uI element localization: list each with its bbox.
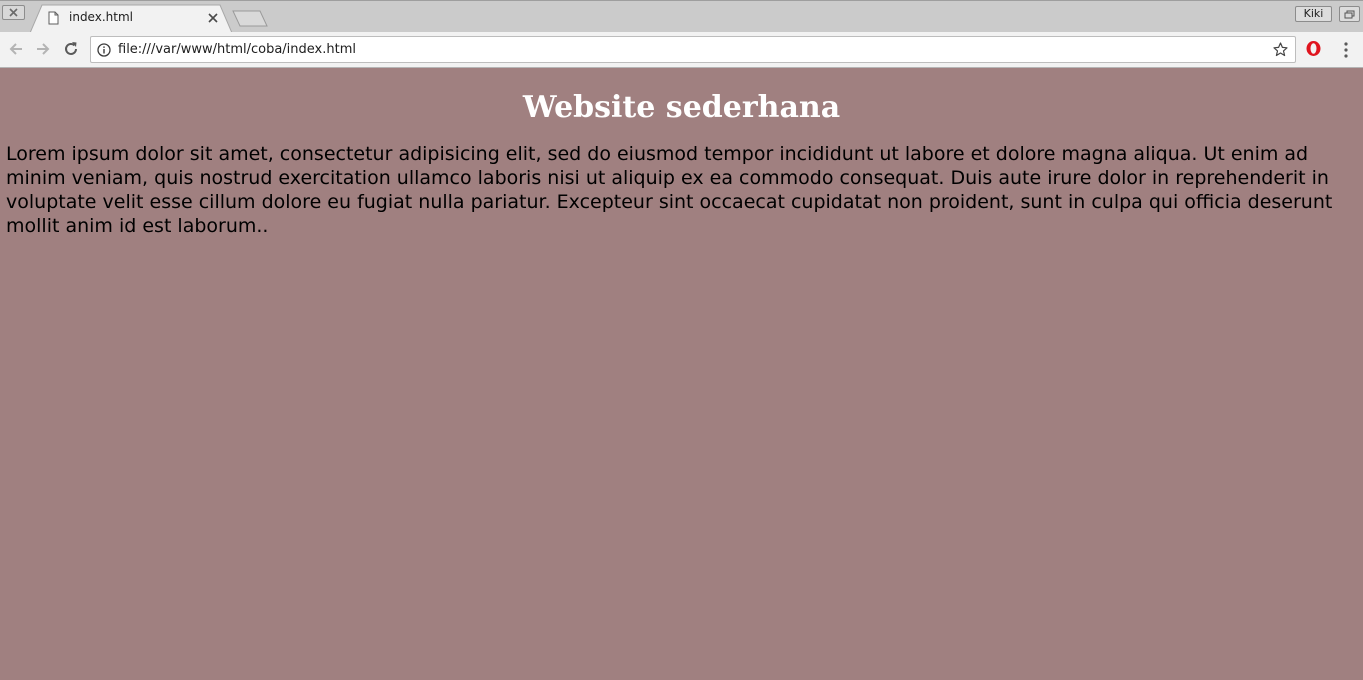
page-heading: Website sederhana xyxy=(522,90,841,125)
info-icon[interactable] xyxy=(97,43,111,57)
page-paragraph: Lorem ipsum dolor sit amet, consectetur … xyxy=(6,143,1333,237)
document-icon xyxy=(48,11,59,25)
new-tab-icon[interactable] xyxy=(232,10,268,27)
profile-name: Kiki xyxy=(1303,7,1324,20)
page-content: Website sederhana Lorem ipsum dolor sit … xyxy=(0,69,1363,680)
close-window-button[interactable] xyxy=(2,5,25,20)
tab-title: index.html xyxy=(69,10,133,24)
tab-active[interactable]: index.html xyxy=(30,4,234,33)
forward-arrow-icon[interactable] xyxy=(34,40,52,58)
url-text[interactable]: file:///var/www/html/coba/index.html xyxy=(118,42,356,57)
restore-icon xyxy=(1344,10,1355,19)
close-window-icon xyxy=(9,8,18,17)
opera-icon[interactable] xyxy=(1305,40,1322,57)
back-arrow-icon[interactable] xyxy=(7,40,25,58)
reload-icon[interactable] xyxy=(62,40,80,58)
profile-button[interactable]: Kiki xyxy=(1295,6,1332,22)
address-bar[interactable]: file:///var/www/html/coba/index.html xyxy=(90,36,1296,63)
star-icon[interactable] xyxy=(1273,42,1288,57)
tab-strip: index.html Kiki xyxy=(0,0,1363,33)
toolbar: file:///var/www/html/coba/index.html xyxy=(0,32,1363,68)
menu-dots-icon[interactable] xyxy=(1343,42,1349,58)
restore-window-button[interactable] xyxy=(1339,6,1360,22)
close-icon[interactable] xyxy=(207,12,219,24)
